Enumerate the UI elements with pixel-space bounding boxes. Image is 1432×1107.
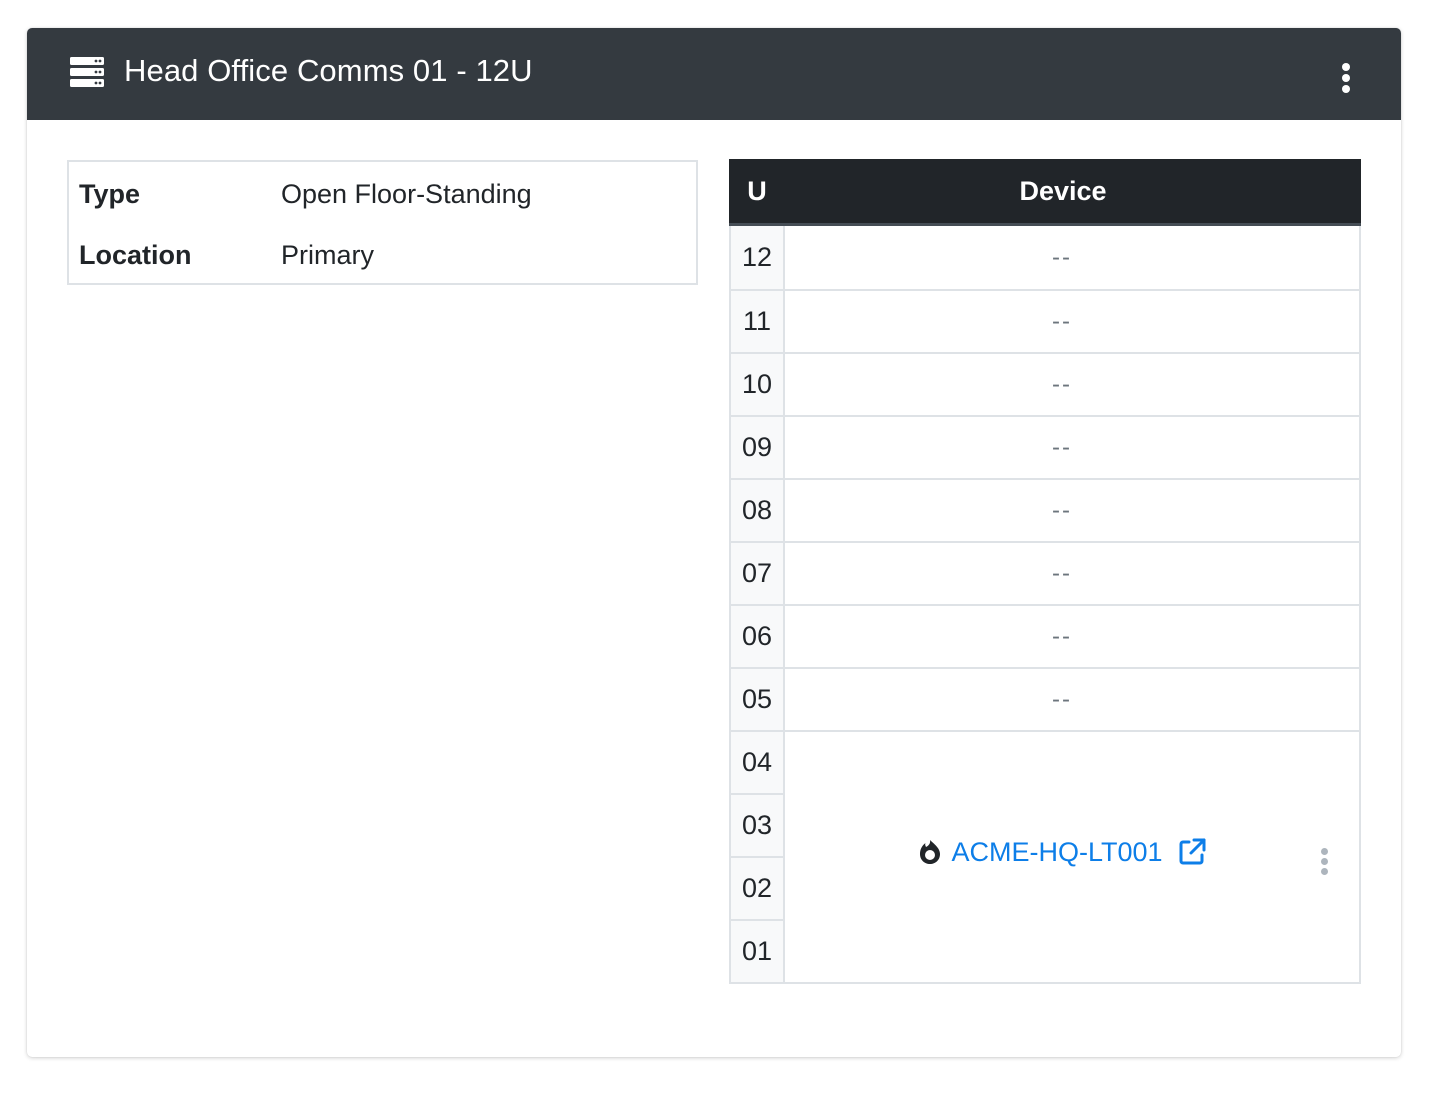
table-row: 05 -- bbox=[731, 667, 1359, 730]
unit-number: 01 bbox=[731, 921, 785, 982]
unit-number: 06 bbox=[731, 606, 785, 667]
info-value: Open Floor-Standing bbox=[281, 178, 532, 209]
device-empty: -- bbox=[1052, 622, 1072, 650]
unit-number: 05 bbox=[731, 669, 785, 730]
info-key: Type bbox=[79, 178, 141, 209]
unit-number: 07 bbox=[731, 543, 785, 604]
rack-table-header: U Device bbox=[729, 159, 1361, 226]
server-icon bbox=[70, 57, 104, 87]
kebab-menu-icon[interactable] bbox=[1339, 63, 1353, 93]
kebab-menu-icon[interactable] bbox=[1319, 848, 1329, 878]
info-row-location: Location Primary bbox=[79, 235, 374, 275]
table-row: 10 -- bbox=[731, 352, 1359, 415]
card-header: Head Office Comms 01 - 12U bbox=[27, 28, 1401, 120]
unit-number: 12 bbox=[731, 226, 785, 289]
fire-icon bbox=[920, 840, 941, 864]
info-row-type: Type Open Floor-Standing bbox=[79, 174, 532, 214]
table-row: 09 -- bbox=[731, 415, 1359, 478]
column-header-u: U bbox=[747, 175, 767, 206]
device-name: ACME-HQ-LT001 bbox=[951, 836, 1163, 867]
device-link[interactable]: ACME-HQ-LT001 bbox=[917, 837, 1206, 868]
unit-number: 03 bbox=[731, 795, 785, 856]
rack-info-table: Type Open Floor-Standing Location Primar… bbox=[67, 160, 698, 285]
rack-card: Head Office Comms 01 - 12U Type Open Flo… bbox=[27, 28, 1401, 1057]
card-title: Head Office Comms 01 - 12U bbox=[124, 53, 533, 88]
unit-number: 02 bbox=[731, 858, 785, 919]
unit-number: 11 bbox=[731, 291, 785, 352]
unit-number: 08 bbox=[731, 480, 785, 541]
table-row: 06 -- bbox=[731, 604, 1359, 667]
column-header-device: Device bbox=[1019, 175, 1107, 206]
rack-table-body: 12 -- 11 -- 10 -- 09 -- 08 -- 07 -- 06 -- 05 -- … bbox=[729, 226, 1361, 984]
info-key: Location bbox=[79, 239, 192, 270]
table-row: 12 -- bbox=[731, 226, 1359, 289]
device-empty: -- bbox=[1052, 496, 1072, 524]
table-row: 07 -- bbox=[731, 541, 1359, 604]
table-row: 11 -- bbox=[731, 289, 1359, 352]
device-empty: -- bbox=[1052, 370, 1072, 398]
device-empty: -- bbox=[1052, 685, 1072, 713]
unit-number: 09 bbox=[731, 417, 785, 478]
unit-number: 10 bbox=[731, 354, 785, 415]
device-cell: ACME-HQ-LT001 bbox=[785, 730, 1359, 982]
device-empty: -- bbox=[1052, 243, 1072, 271]
rack-table: U Device 12 -- 11 -- 10 -- 09 -- 08 -- 07 -- 0… bbox=[729, 159, 1361, 984]
device-empty: -- bbox=[1052, 307, 1072, 335]
device-empty: -- bbox=[1052, 559, 1072, 587]
device-empty: -- bbox=[1052, 433, 1072, 461]
unit-number: 04 bbox=[731, 732, 785, 793]
table-row: 08 -- bbox=[731, 478, 1359, 541]
info-value: Primary bbox=[281, 239, 374, 270]
external-link-icon[interactable] bbox=[1177, 837, 1207, 867]
